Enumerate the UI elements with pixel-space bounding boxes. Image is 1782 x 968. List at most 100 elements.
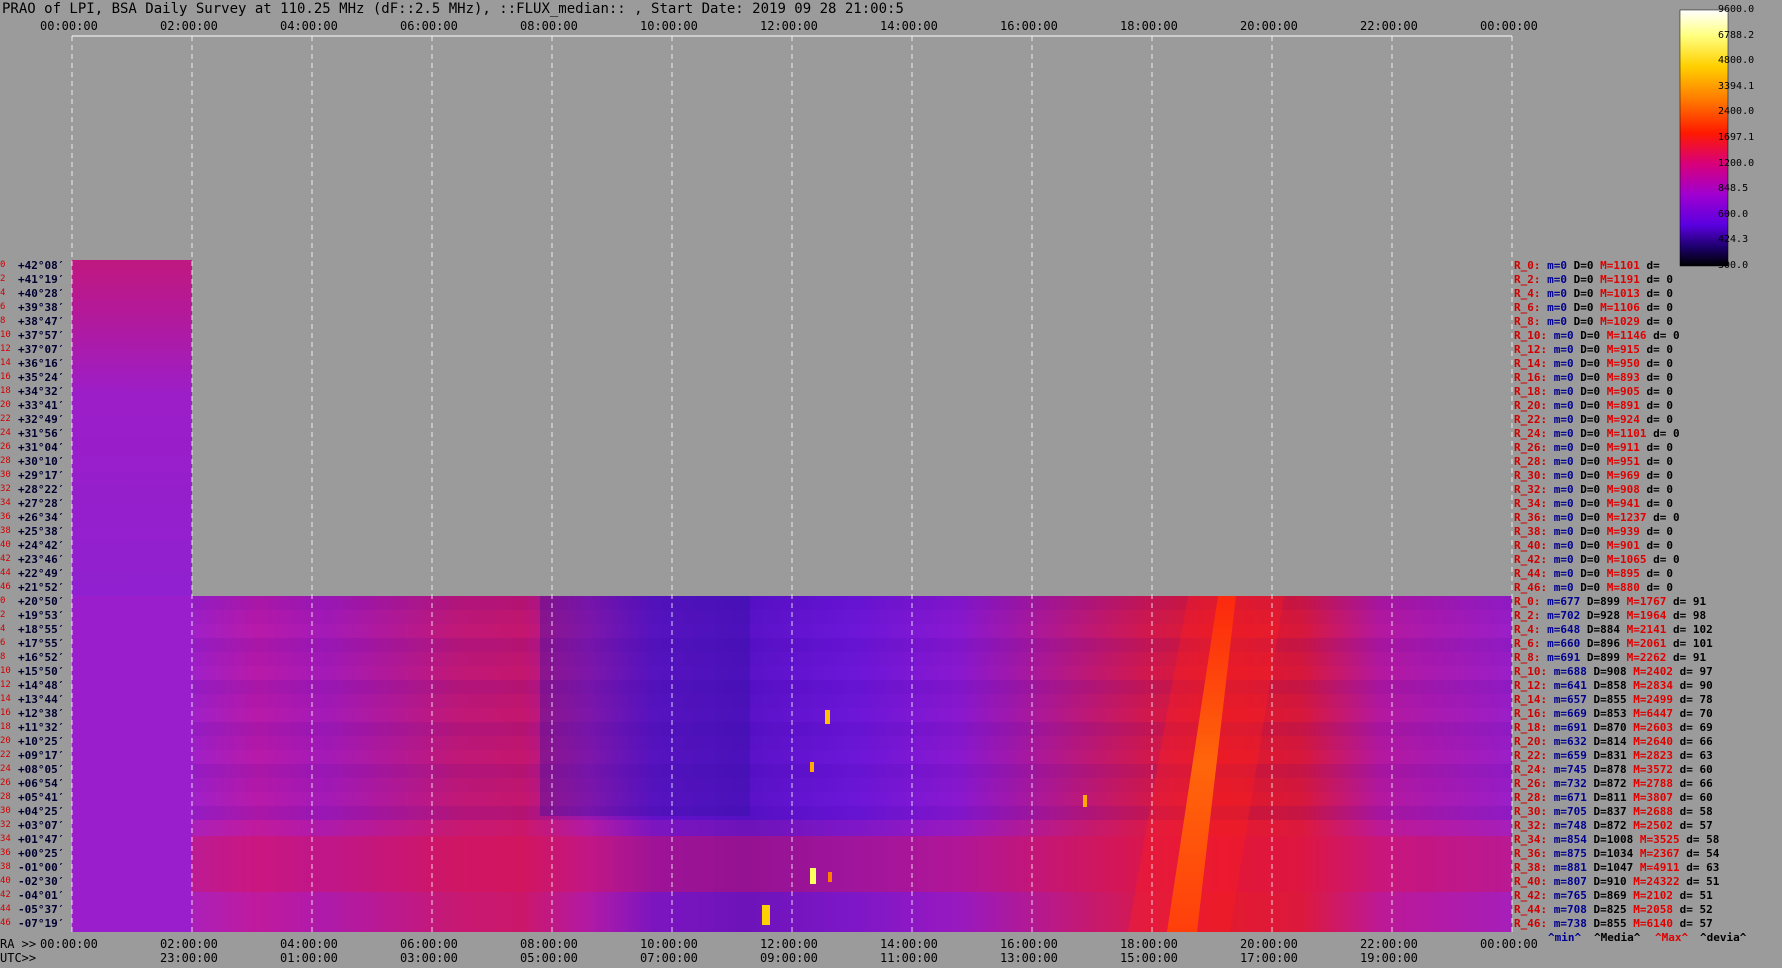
declination-label: +08°05′	[18, 763, 65, 776]
stat-d: d=	[1646, 259, 1660, 272]
stat-M: M=1767	[1626, 595, 1673, 608]
ra-axis-tick: 08:00:00	[520, 937, 578, 951]
declination-label: +16°52′	[18, 651, 65, 664]
utc-axis-tick: 11:00:00	[880, 951, 938, 965]
stat-M: M=1237	[1606, 511, 1654, 524]
colorbar-tick: 424.3	[1718, 234, 1749, 246]
stat-r: R_10:	[1514, 665, 1554, 678]
bright-spot	[810, 868, 816, 884]
row-index: 26	[0, 778, 11, 788]
utc-axis-tick: 05:00:00	[520, 951, 578, 965]
row-stats: R_2: m=0 D=0 M=1191 d= 0	[1514, 273, 1673, 286]
colorbar-tick: 600.0	[1718, 208, 1749, 220]
row-index: 14	[0, 358, 11, 368]
row-index: 34	[0, 834, 11, 844]
stat-m: m=765	[1553, 889, 1594, 902]
stat-m: m=0	[1553, 539, 1581, 552]
top-axis-tick: 14:00:00	[880, 19, 938, 33]
stat-m: m=671	[1553, 791, 1594, 804]
stat-D: D=0	[1580, 553, 1607, 566]
stat-M: M=950	[1606, 357, 1647, 370]
stat-r: R_38:	[1514, 861, 1554, 874]
stat-r: R_28:	[1514, 455, 1554, 468]
stat-r: R_28:	[1514, 791, 1554, 804]
stat-M: M=1964	[1626, 609, 1673, 622]
stat-d: d= 0	[1653, 329, 1680, 342]
stat-D: D=908	[1593, 665, 1634, 678]
stat-m: m=660	[1547, 637, 1587, 650]
stat-m: m=657	[1553, 693, 1594, 706]
stat-m: m=702	[1547, 609, 1587, 622]
row-stripe	[192, 638, 1512, 652]
stat-r: R_34:	[1514, 833, 1554, 846]
row-stats: R_34: m=854 D=1008 M=3525 d= 58	[1514, 833, 1719, 846]
declination-label: +31°56′	[18, 427, 65, 440]
row-index: 14	[0, 694, 11, 704]
stat-r: R_26:	[1514, 777, 1554, 790]
stat-d: d= 60	[1679, 763, 1713, 776]
stat-m: m=0	[1553, 357, 1581, 370]
declination-label: +01°47′	[18, 833, 65, 846]
stat-D: D=0	[1580, 581, 1607, 594]
stat-D: D=0	[1580, 371, 1607, 384]
stat-D: D=1047	[1593, 861, 1640, 874]
row-index: 6	[0, 302, 6, 312]
stat-M: M=2788	[1633, 777, 1680, 790]
row-index: 30	[0, 806, 11, 816]
stat-d: d= 63	[1679, 749, 1713, 762]
row-stats: R_32: m=748 D=872 M=2502 d= 57	[1514, 819, 1713, 832]
declination-label: +27°28′	[18, 497, 65, 510]
declination-label: +00°25′	[18, 847, 65, 860]
stat-D: D=0	[1580, 455, 1607, 468]
stat-M: M=969	[1606, 469, 1647, 482]
stat-r: R_44:	[1514, 903, 1554, 916]
stat-d: d= 0	[1646, 413, 1674, 426]
row-stats: R_46: m=0 D=0 M=880 d= 0	[1514, 581, 1673, 594]
declination-label: +15°50′	[18, 665, 65, 678]
row-stats: R_10: m=688 D=908 M=2402 d= 97	[1514, 665, 1713, 678]
stat-M: M=2402	[1633, 665, 1680, 678]
stat-D: D=858	[1593, 679, 1634, 692]
row-stats: R_18: m=0 D=0 M=905 d= 0	[1514, 385, 1673, 398]
declination-label: +40°28′	[18, 287, 65, 300]
stat-r: R_36:	[1514, 847, 1554, 860]
stat-d: d= 0	[1646, 315, 1673, 328]
row-index: 12	[0, 344, 11, 354]
stat-r: R_20:	[1514, 399, 1554, 412]
stat-m: m=0	[1547, 301, 1574, 314]
stat-m: m=648	[1547, 623, 1587, 636]
stat-M: M=2499	[1633, 693, 1680, 706]
stat-r: R_32:	[1514, 483, 1554, 496]
row-index: 46	[0, 582, 11, 592]
stat-M: M=6447	[1633, 707, 1680, 720]
stat-r: R_20:	[1514, 735, 1554, 748]
stat-m: m=688	[1553, 665, 1594, 678]
stat-d: d= 0	[1646, 441, 1674, 454]
stat-M: M=1101	[1606, 427, 1654, 440]
stat-m: m=691	[1553, 721, 1594, 734]
row-index: 12	[0, 680, 11, 690]
row-stats: R_18: m=691 D=870 M=2603 d= 69	[1514, 721, 1713, 734]
top-axis-tick: 00:00:00	[40, 19, 98, 33]
row-index: 8	[0, 316, 6, 326]
stat-m: m=0	[1553, 427, 1581, 440]
stat-d: d= 66	[1679, 777, 1713, 790]
row-stripe	[192, 596, 1512, 610]
stat-M: M=1106	[1600, 301, 1647, 314]
declination-label: -04°01′	[18, 889, 65, 902]
stat-D: D=899	[1586, 651, 1627, 664]
row-stats: R_40: m=807 D=910 M=24322 d= 51	[1514, 875, 1719, 888]
stat-d: d= 0	[1646, 357, 1674, 370]
declination-label: +14°48′	[18, 679, 65, 692]
row-stats: R_28: m=671 D=811 M=3807 d= 60	[1514, 791, 1713, 804]
stat-D: D=0	[1573, 287, 1601, 300]
stat-D: D=0	[1573, 273, 1601, 286]
stat-D: D=855	[1593, 917, 1634, 930]
stat-d: d= 58	[1679, 805, 1713, 818]
declination-label: -05°37′	[18, 903, 65, 916]
stat-m: m=0	[1553, 385, 1581, 398]
stat-r: R_4:	[1514, 287, 1548, 300]
stat-m: m=0	[1553, 329, 1581, 342]
colorbar-tick: 6788.2	[1718, 29, 1755, 41]
stat-r: R_44:	[1514, 567, 1554, 580]
